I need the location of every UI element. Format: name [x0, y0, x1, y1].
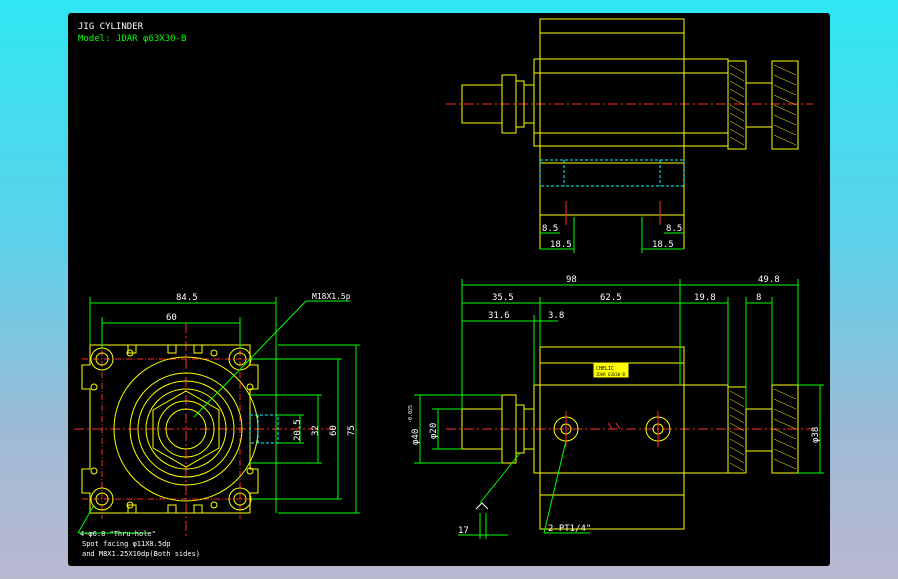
- thread-note: M18X1.5p: [312, 292, 351, 301]
- hole-note-line2: Spot facing φ11X8.5dp: [82, 540, 171, 548]
- dim-98: 98: [566, 275, 577, 285]
- hole-note-line1: 4-φ6.8 "Thru-hole": [80, 530, 156, 538]
- front-view-knob-cap: [727, 386, 747, 474]
- dim-60-vertical: 60: [329, 425, 339, 436]
- dim-84-5: 84.5: [176, 293, 198, 303]
- side-view: [74, 297, 360, 537]
- hole-note-line3: and M8X1.25X10dp(Both sides): [82, 550, 200, 558]
- dim-8: 8: [756, 293, 761, 303]
- dim-31-6: 31.6: [488, 311, 510, 321]
- front-view: CHELIC JDAR 63X30-B: [414, 279, 824, 539]
- dim-3-8: 3.8: [548, 311, 564, 321]
- dim-20-5: 20.5: [293, 419, 303, 441]
- cad-viewer: JIG CYLINDER Model: JDAR φ63X30-B 8.5 18…: [0, 0, 898, 579]
- top-view: [446, 18, 813, 253]
- dim-62-5: 62.5: [600, 293, 622, 303]
- top-view-hidden-slot: [539, 159, 685, 187]
- dim-19-8: 19.8: [694, 293, 716, 303]
- port-note: 2-PT1/4": [548, 524, 591, 534]
- dim-top-right-18-5: 18.5: [652, 240, 674, 250]
- model-label: Model: JDAR φ63X30-B: [78, 34, 186, 44]
- top-view-knurl: [729, 64, 797, 146]
- dim-60: 60: [166, 313, 177, 323]
- dim-17: 17: [458, 526, 469, 536]
- technical-drawing: JIG CYLINDER Model: JDAR φ63X30-B 8.5 18…: [74, 18, 824, 558]
- dim-phi38: φ38: [811, 427, 821, 443]
- dim-top-left-8-5: 8.5: [542, 224, 558, 234]
- dim-top-right-8-5: 8.5: [666, 224, 682, 234]
- dim-49-8: 49.8: [758, 275, 780, 285]
- front-view-knurl: [729, 388, 797, 472]
- dim-75: 75: [347, 425, 357, 436]
- dim-phi20: φ20: [429, 423, 439, 439]
- drawing-title: JIG CYLINDER: [78, 22, 144, 32]
- dim-top-left-18-5: 18.5: [550, 240, 572, 250]
- dim-phi40-tolerance: -0.025: [408, 405, 414, 423]
- nameplate-line2: JDAR 63X30-B: [596, 372, 625, 377]
- dim-32: 32: [311, 425, 321, 436]
- drawing-canvas: JIG CYLINDER Model: JDAR φ63X30-B 8.5 18…: [68, 13, 830, 566]
- dim-phi40: φ40: [411, 429, 421, 445]
- top-view-knob-cap: [727, 60, 747, 150]
- dim-35-5: 35.5: [492, 293, 514, 303]
